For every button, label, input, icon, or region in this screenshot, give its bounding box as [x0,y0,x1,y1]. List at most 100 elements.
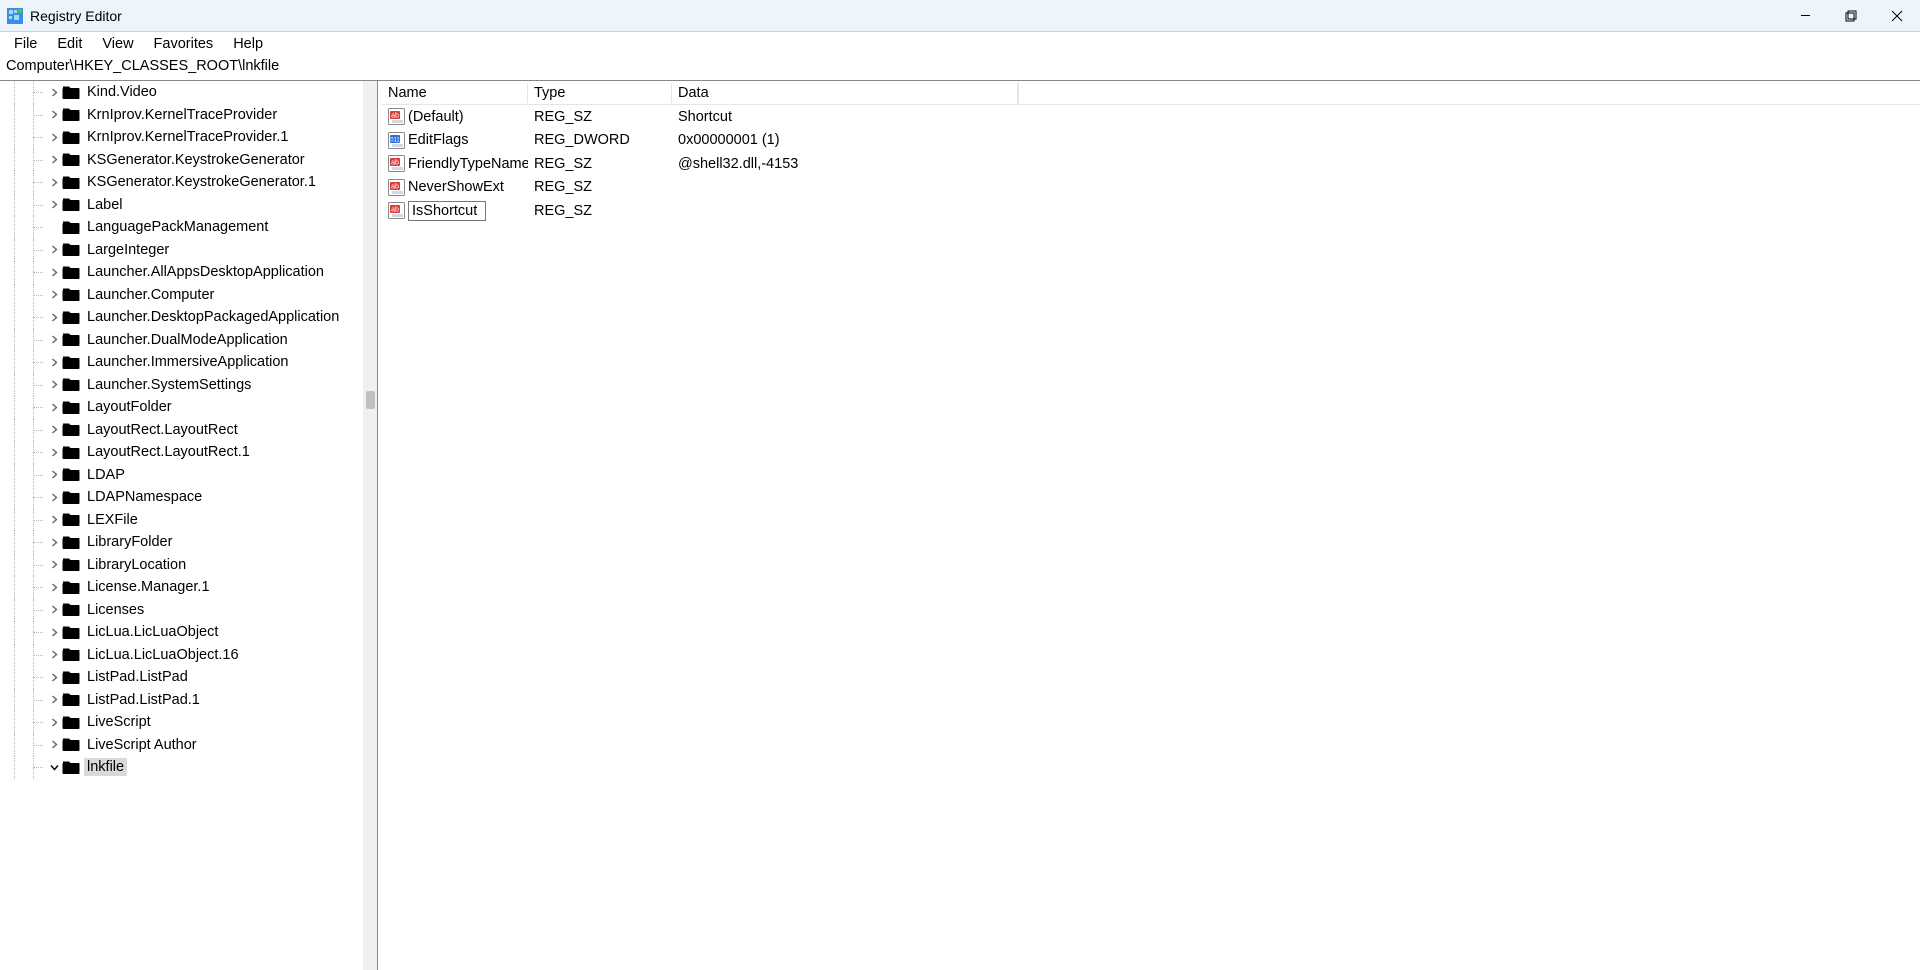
tree-item[interactable]: KrnIprov.KernelTraceProvider.1 [0,126,363,149]
value-row[interactable]: FriendlyTypeNameREG_SZ@shell32.dll,-4153 [382,152,1920,176]
tree-item[interactable]: LEXFile [0,509,363,532]
menu-view[interactable]: View [92,34,143,54]
tree-item-label: KSGenerator.KeystrokeGenerator [84,151,308,169]
folder-icon [62,130,80,145]
menu-edit[interactable]: Edit [47,34,92,54]
chevron-right-icon[interactable] [48,469,60,481]
menu-file[interactable]: File [4,34,47,54]
value-name: FriendlyTypeName [408,156,528,172]
address-bar[interactable]: Computer\HKEY_CLASSES_ROOT\lnkfile [0,56,1920,80]
tree-item[interactable]: Licenses [0,599,363,622]
value-row[interactable]: NeverShowExtREG_SZ [382,176,1920,200]
tree-item[interactable]: KSGenerator.KeystrokeGenerator.1 [0,171,363,194]
menu-favorites[interactable]: Favorites [144,34,224,54]
tree-item[interactable]: Launcher.DualModeApplication [0,329,363,352]
chevron-right-icon[interactable] [48,559,60,571]
tree-item[interactable]: License.Manager.1 [0,576,363,599]
tree-item[interactable]: ListPad.ListPad.1 [0,689,363,712]
values-list[interactable]: (Default)REG_SZShortcutEditFlagsREG_DWOR… [382,105,1920,223]
chevron-right-icon[interactable] [48,716,60,728]
value-type: REG_SZ [528,202,672,220]
chevron-right-icon[interactable] [48,154,60,166]
chevron-right-icon[interactable] [48,289,60,301]
tree-item[interactable]: LiveScript [0,711,363,734]
chevron-right-icon[interactable] [48,356,60,368]
tree-item[interactable]: LayoutRect.LayoutRect.1 [0,441,363,464]
chevron-right-icon[interactable] [48,86,60,98]
chevron-right-icon[interactable] [48,244,60,256]
chevron-down-icon[interactable] [48,761,60,773]
chevron-right-icon[interactable] [48,671,60,683]
tree-item[interactable]: LayoutFolder [0,396,363,419]
tree-item[interactable]: Launcher.ImmersiveApplication [0,351,363,374]
tree-item[interactable]: KrnIprov.KernelTraceProvider [0,104,363,127]
chevron-right-icon[interactable] [48,131,60,143]
chevron-right-icon[interactable] [48,401,60,413]
registry-tree[interactable]: Kind.VideoKrnIprov.KernelTraceProviderKr… [0,81,363,970]
tree-item[interactable]: lnkfile [0,756,363,779]
tree-item[interactable]: LDAPNamespace [0,486,363,509]
tree-item[interactable]: Label [0,194,363,217]
tree-item-label: Launcher.AllAppsDesktopApplication [84,263,327,281]
tree-scrollbar[interactable] [363,81,377,970]
tree-item[interactable]: LicLua.LicLuaObject.16 [0,644,363,667]
value-row[interactable]: EditFlagsREG_DWORD0x00000001 (1) [382,129,1920,153]
tree-item[interactable]: Launcher.AllAppsDesktopApplication [0,261,363,284]
tree-item[interactable]: Launcher.Computer [0,284,363,307]
tree-item[interactable]: Launcher.SystemSettings [0,374,363,397]
value-type: REG_DWORD [528,131,672,149]
tree-item[interactable]: LicLua.LicLuaObject [0,621,363,644]
tree-item[interactable]: KSGenerator.KeystrokeGenerator [0,149,363,172]
folder-icon [62,580,80,595]
folder-icon [62,175,80,190]
tree-item[interactable]: ListPad.ListPad [0,666,363,689]
col-header-type[interactable]: Type [528,83,672,103]
tree-item[interactable]: LibraryLocation [0,554,363,577]
chevron-right-icon[interactable] [48,109,60,121]
minimize-button[interactable] [1782,0,1828,32]
folder-icon [62,535,80,550]
tree-item[interactable]: LargeInteger [0,239,363,262]
chevron-right-icon[interactable] [48,491,60,503]
chevron-right-icon[interactable] [48,199,60,211]
value-row[interactable]: (Default)REG_SZShortcut [382,105,1920,129]
chevron-right-icon[interactable] [48,536,60,548]
chevron-right-icon[interactable] [48,379,60,391]
reg-string-icon [388,179,405,196]
chevron-right-icon[interactable] [48,581,60,593]
value-data: @shell32.dll,-4153 [672,155,1018,173]
col-header-name[interactable]: Name [382,83,528,103]
menu-help[interactable]: Help [223,34,273,54]
maximize-button[interactable] [1828,0,1874,32]
chevron-right-icon[interactable] [48,446,60,458]
close-button[interactable] [1874,0,1920,32]
tree-item-label: LEXFile [84,511,141,529]
tree-item[interactable]: LiveScript Author [0,734,363,757]
col-header-data[interactable]: Data [672,83,1018,103]
tree-item[interactable]: LDAP [0,464,363,487]
chevron-right-icon[interactable] [48,266,60,278]
chevron-right-icon[interactable] [48,514,60,526]
tree-item-label: Launcher.SystemSettings [84,376,254,394]
chevron-right-icon[interactable] [48,649,60,661]
tree-item[interactable]: LayoutRect.LayoutRect [0,419,363,442]
chevron-right-icon[interactable] [48,694,60,706]
tree-item[interactable]: LanguagePackManagement [0,216,363,239]
tree-item-label: Launcher.ImmersiveApplication [84,353,292,371]
chevron-right-icon[interactable] [48,311,60,323]
chevron-right-icon[interactable] [48,626,60,638]
folder-icon [62,512,80,527]
chevron-right-icon[interactable] [48,334,60,346]
tree-item[interactable]: LibraryFolder [0,531,363,554]
tree-scroll-thumb[interactable] [366,391,375,409]
tree-item[interactable]: Kind.Video [0,81,363,104]
value-name-edit[interactable] [408,201,486,221]
value-row[interactable]: REG_SZ [382,199,1920,223]
chevron-right-icon[interactable] [48,604,60,616]
chevron-right-icon[interactable] [48,176,60,188]
chevron-right-icon[interactable] [48,739,60,751]
tree-item[interactable]: Launcher.DesktopPackagedApplication [0,306,363,329]
folder-icon [62,625,80,640]
chevron-right-icon[interactable] [48,424,60,436]
folder-icon [62,467,80,482]
